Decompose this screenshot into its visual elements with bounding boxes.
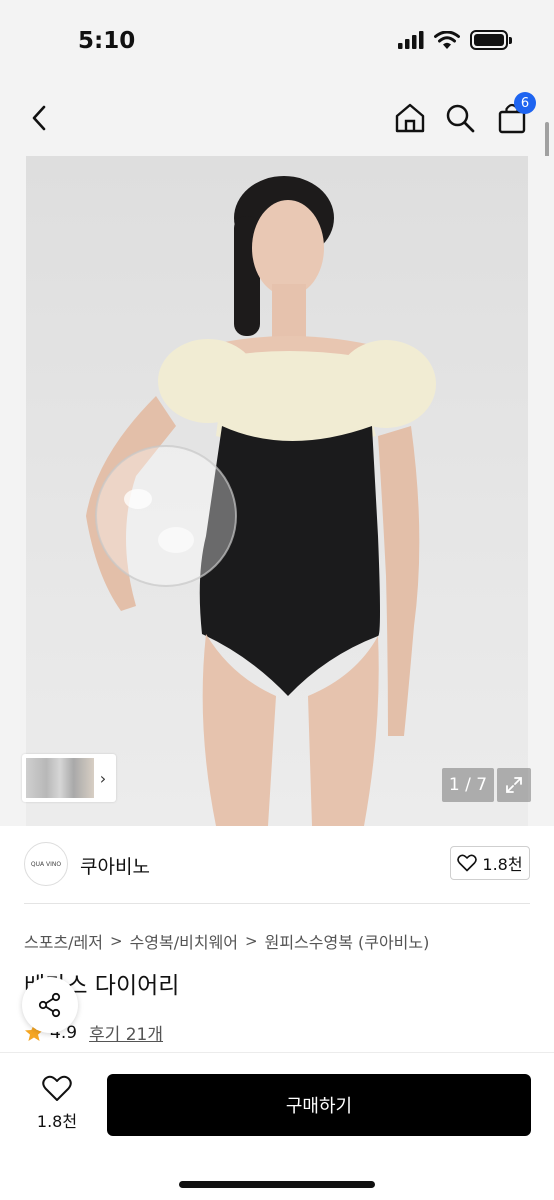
- expand-icon: [506, 777, 522, 793]
- chevron-right-icon: >: [245, 932, 258, 950]
- status-icons: [398, 30, 512, 50]
- breadcrumb-item[interactable]: 스포츠/레저: [24, 929, 103, 953]
- breadcrumb: 스포츠/레저 > 수영복/비치웨어 > 원피스수영복 (쿠아비노): [24, 929, 429, 953]
- cellular-signal-icon: [398, 31, 424, 49]
- share-icon: [38, 992, 61, 1018]
- cart-button[interactable]: 6: [492, 92, 536, 138]
- buy-button[interactable]: 구매하기: [107, 1074, 531, 1136]
- seller-name[interactable]: 쿠아비노: [80, 852, 150, 879]
- reviews-link[interactable]: 후기 21개: [89, 1020, 163, 1045]
- cart-count-badge: 6: [514, 92, 536, 114]
- back-button[interactable]: [20, 98, 60, 138]
- status-time: 5:10: [78, 28, 136, 54]
- heart-icon: [42, 1075, 72, 1101]
- thumbnail-images: [26, 758, 94, 798]
- status-bar: 5:10: [0, 0, 554, 84]
- model-illustration: [86, 176, 436, 826]
- share-button[interactable]: [22, 977, 78, 1033]
- expand-button[interactable]: [497, 768, 531, 802]
- chevron-right-icon: >: [110, 932, 123, 950]
- product-gallery[interactable]: › 1 / 7: [0, 156, 554, 826]
- chevron-left-icon: [32, 105, 46, 131]
- breadcrumb-item[interactable]: 원피스수영복 (쿠아비노): [265, 929, 430, 953]
- divider: [24, 903, 530, 904]
- nav-bar: 6: [0, 84, 554, 156]
- search-button[interactable]: [440, 98, 480, 138]
- seller-row[interactable]: QUA VINO 쿠아비노 1.8천: [24, 842, 530, 888]
- wishlist-button[interactable]: 1.8천: [30, 1075, 84, 1135]
- seller-like-count: 1.8천: [482, 855, 523, 874]
- seller-logo-text: QUA VINO: [30, 860, 62, 868]
- wishlist-count: 1.8천: [36, 1112, 78, 1131]
- seller-like-button[interactable]: 1.8천: [450, 846, 530, 880]
- heart-icon: [457, 854, 478, 872]
- page-indicator: 1 / 7: [442, 768, 494, 802]
- thumbnail-strip[interactable]: ›: [22, 754, 116, 802]
- home-button[interactable]: [390, 98, 430, 138]
- wifi-icon: [434, 30, 460, 49]
- product-photo: [26, 156, 528, 826]
- search-icon: [446, 104, 475, 133]
- home-icon: [395, 103, 425, 133]
- bottom-action-bar: 1.8천 구매하기: [0, 1052, 554, 1200]
- seller-logo[interactable]: QUA VINO: [24, 842, 68, 886]
- battery-icon: [470, 30, 512, 50]
- chevron-right-icon: ›: [99, 768, 107, 788]
- home-indicator: [179, 1181, 375, 1188]
- breadcrumb-item[interactable]: 수영복/비치웨어: [130, 929, 238, 953]
